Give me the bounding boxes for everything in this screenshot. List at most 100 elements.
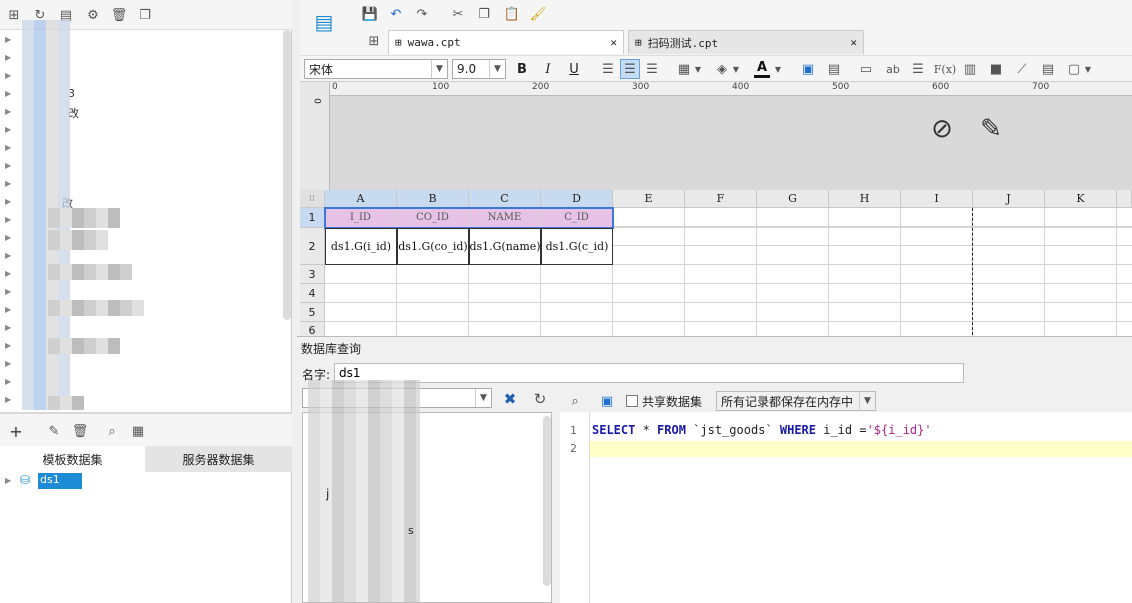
database-icon: ⛁ bbox=[20, 473, 31, 487]
tab-server-datasets[interactable]: 服务器数据集 bbox=[145, 446, 292, 472]
chevron-down-icon[interactable]: ▼ bbox=[774, 61, 782, 77]
column-header[interactable] bbox=[1117, 190, 1132, 208]
tab-wawa[interactable]: ⊞ wawa.cpt ✕ bbox=[388, 30, 624, 54]
italic-button[interactable]: I bbox=[540, 61, 556, 77]
chevron-down-icon[interactable]: ▼ bbox=[694, 61, 702, 77]
row-header[interactable]: 4 bbox=[300, 284, 325, 303]
shared-dataset-checkbox[interactable] bbox=[626, 395, 638, 407]
horizontal-ruler: 0 100 200 300 400 500 600 700 bbox=[300, 82, 1132, 96]
slash-icon[interactable]: ⟋ bbox=[1014, 61, 1030, 77]
main-toolbar: ▤ 💾 ↶ ↷ ✂ ❐ 📋 🖌 ⊞ ⊞ wawa.cpt ✕ ⊞ 扫码测试.cp… bbox=[300, 0, 1132, 56]
column-header[interactable]: K bbox=[1045, 190, 1117, 208]
column-header[interactable]: I bbox=[901, 190, 973, 208]
cut-icon[interactable]: ✂ bbox=[450, 6, 466, 22]
tree-scrollbar[interactable] bbox=[283, 30, 291, 320]
format-painter-icon[interactable]: 🖌 bbox=[530, 6, 547, 22]
refresh-icon[interactable]: ↻ bbox=[530, 389, 550, 409]
select-all-corner[interactable]: ⁞⁞ bbox=[300, 190, 325, 208]
underline-button[interactable]: U bbox=[566, 61, 582, 77]
font-size-select[interactable]: 9.0 ▼ bbox=[452, 59, 506, 79]
cell-B2[interactable]: ds1.G(co_id) bbox=[397, 228, 469, 265]
edit-header-icon[interactable]: ✎ bbox=[974, 112, 1008, 146]
add-dataset-icon[interactable]: + bbox=[6, 422, 26, 441]
align-left-icon[interactable]: ☰ bbox=[600, 61, 616, 77]
line-number-gutter: 1 2 bbox=[560, 412, 590, 603]
text-cell-icon[interactable]: ▭ bbox=[858, 61, 874, 77]
column-header[interactable]: G bbox=[757, 190, 829, 208]
align-center-icon[interactable]: ☰ bbox=[620, 59, 640, 79]
row-header[interactable]: 5 bbox=[300, 303, 325, 322]
delete-icon[interactable]: 🗑 bbox=[111, 7, 128, 23]
delete-dataset-icon[interactable]: 🗑 bbox=[72, 423, 89, 439]
column-header[interactable]: A bbox=[325, 190, 397, 208]
redo-icon[interactable]: ↷ bbox=[414, 6, 430, 22]
collapse-icon[interactable]: ❐ bbox=[137, 7, 153, 23]
cell-D2[interactable]: ds1.G(c_id) bbox=[541, 228, 613, 265]
column-header[interactable]: D bbox=[541, 190, 613, 208]
new-folder-icon[interactable]: ⊞ bbox=[6, 7, 22, 23]
align-right-icon[interactable]: ☰ bbox=[644, 61, 660, 77]
paste-icon[interactable]: 📋 bbox=[504, 6, 520, 22]
line-number: 1 bbox=[570, 424, 577, 437]
tab-scan-test[interactable]: ⊞ 扫码测试.cpt ✕ bbox=[628, 30, 864, 54]
sql-text: `jst_goods` bbox=[685, 423, 780, 437]
save-icon[interactable]: 💾 bbox=[362, 6, 378, 22]
cell-C2[interactable]: ds1.G(name) bbox=[469, 228, 541, 265]
cpt-file-icon: ⊞ bbox=[635, 36, 642, 49]
more-icon[interactable]: ▢ bbox=[1066, 61, 1082, 77]
cell-selection bbox=[324, 207, 614, 229]
cpt-file-icon: ⊞ bbox=[395, 36, 402, 49]
settings-icon[interactable]: ⚙ bbox=[85, 7, 101, 23]
insert-row-icon[interactable]: ▣ bbox=[800, 61, 816, 77]
bold-button[interactable]: B bbox=[514, 61, 530, 77]
font-color-icon[interactable]: A bbox=[754, 60, 770, 78]
tab-template-datasets[interactable]: 模板数据集 bbox=[0, 446, 145, 472]
column-header[interactable]: E bbox=[613, 190, 685, 208]
preview-icon[interactable]: ⌕ bbox=[566, 392, 584, 410]
font-family-select[interactable]: 宋体 ▼ bbox=[304, 59, 448, 79]
merge-cells-icon[interactable]: ▤ bbox=[826, 61, 842, 77]
copy-icon[interactable]: ❐ bbox=[476, 6, 492, 22]
column-header[interactable]: F bbox=[685, 190, 757, 208]
dataset-item-ds1[interactable]: ds1 bbox=[38, 473, 82, 489]
formula-button[interactable]: F(x) bbox=[934, 61, 956, 77]
chevron-down-icon[interactable]: ▼ bbox=[732, 61, 740, 77]
chevron-down-icon[interactable]: ▼ bbox=[1084, 61, 1092, 77]
page-break-line bbox=[972, 208, 973, 340]
table-list-scrollbar[interactable] bbox=[543, 416, 551, 586]
hide-header-icon[interactable]: ⊘ bbox=[924, 112, 960, 146]
column-header[interactable]: B bbox=[397, 190, 469, 208]
ruler-tick: 600 bbox=[932, 82, 950, 92]
image-icon[interactable]: ■ bbox=[988, 61, 1004, 77]
template-menu-icon[interactable]: ▤ bbox=[312, 8, 336, 36]
page-query-icon[interactable]: ▣ bbox=[598, 392, 616, 410]
name-input[interactable] bbox=[334, 363, 964, 383]
paragraph-icon[interactable]: ☰ bbox=[910, 61, 926, 77]
shared-dataset-label: 共享数据集 bbox=[642, 395, 703, 409]
row-header[interactable]: 1 bbox=[300, 208, 325, 228]
border-icon[interactable]: ▦ bbox=[676, 61, 692, 77]
undo-icon[interactable]: ↶ bbox=[388, 6, 404, 22]
close-icon[interactable]: ✕ bbox=[610, 36, 617, 49]
column-header[interactable]: J bbox=[973, 190, 1045, 208]
row-header[interactable]: 3 bbox=[300, 265, 325, 284]
subreport-icon[interactable]: ▤ bbox=[1040, 61, 1056, 77]
expand-icon[interactable]: ▶ bbox=[5, 476, 11, 485]
dataset-settings-icon[interactable]: ▦ bbox=[130, 423, 146, 439]
grid-view-icon[interactable]: ⊞ bbox=[366, 33, 382, 49]
cache-mode-select[interactable]: 所有记录都保存在内存中 ▼ bbox=[716, 391, 876, 411]
preview-icon[interactable]: ⌕ bbox=[104, 423, 120, 439]
cell-A2[interactable]: ds1.G(i_id) bbox=[325, 228, 397, 265]
redacted-region bbox=[48, 396, 84, 410]
redacted-region bbox=[308, 380, 420, 602]
text-cell-button[interactable]: ab bbox=[884, 61, 902, 77]
edit-icon[interactable]: ✎ bbox=[46, 423, 62, 439]
close-icon[interactable]: ✕ bbox=[850, 36, 857, 49]
chart-icon[interactable]: ▥ bbox=[962, 61, 978, 77]
fill-color-icon[interactable]: ◈ bbox=[714, 61, 730, 77]
column-header[interactable]: H bbox=[829, 190, 901, 208]
row-header[interactable]: 2 bbox=[300, 228, 325, 265]
column-header[interactable]: C bbox=[469, 190, 541, 208]
ruler-tick: 500 bbox=[832, 82, 850, 92]
connection-settings-icon[interactable]: ✖ bbox=[500, 389, 520, 409]
